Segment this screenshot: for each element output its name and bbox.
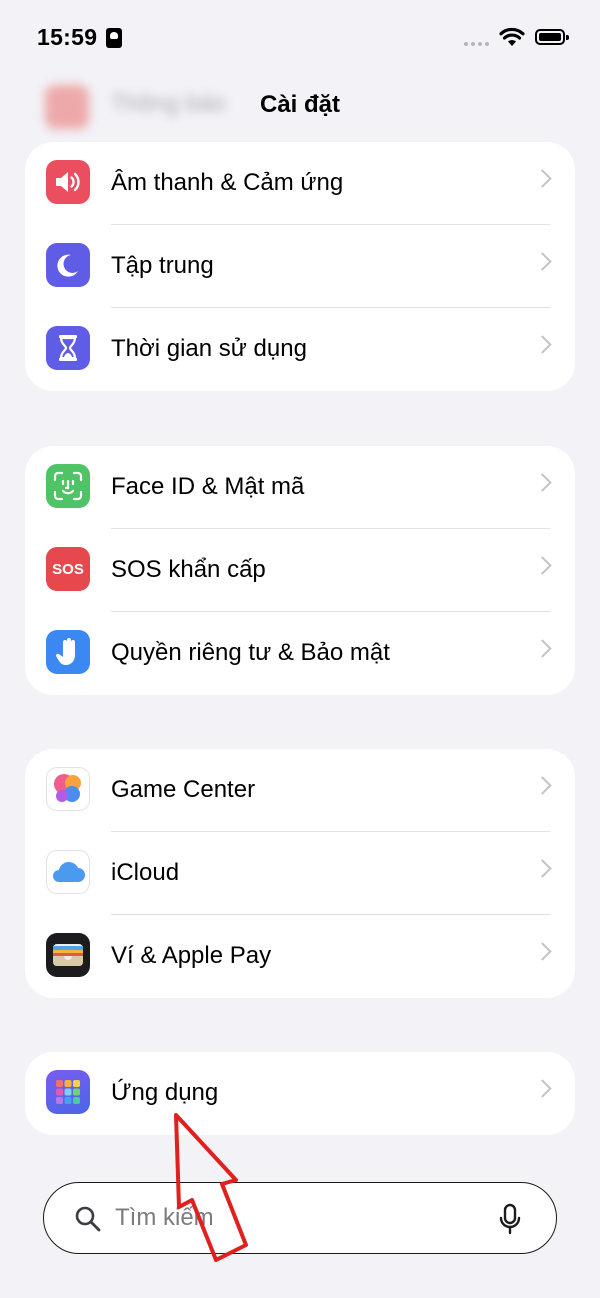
chevron-right-icon — [533, 335, 552, 354]
row-sounds-haptics[interactable]: Âm thanh & Cảm ứng — [25, 142, 575, 225]
search-icon — [75, 1206, 101, 1232]
wifi-icon — [499, 27, 525, 46]
game-center-icon — [46, 767, 90, 811]
chevron-right-icon — [533, 942, 552, 961]
focus-mode-icon — [106, 28, 122, 48]
row-apps[interactable]: Ứng dụng — [25, 1052, 575, 1135]
row-label: iCloud — [111, 859, 180, 886]
search-input[interactable] — [115, 1201, 475, 1235]
row-focus[interactable]: Tập trung — [25, 225, 575, 308]
row-wallet-apple-pay[interactable]: Ví & Apple Pay — [25, 915, 575, 998]
row-label: Game Center — [111, 776, 256, 803]
row-label: Tập trung — [111, 252, 214, 279]
chevron-right-icon — [533, 1079, 552, 1098]
row-icloud[interactable]: iCloud — [25, 832, 575, 915]
row-game-center[interactable]: Game Center — [25, 749, 575, 832]
row-label: Thời gian sử dụng — [111, 335, 307, 362]
row-label: Ví & Apple Pay — [111, 942, 272, 969]
row-privacy-security[interactable]: Quyền riêng tư & Bảo mật — [25, 612, 575, 695]
chevron-right-icon — [533, 169, 552, 188]
navigation-bar: Thông báo Cài đặt — [0, 70, 600, 142]
page-title: Cài đặt — [259, 91, 340, 118]
hand-icon — [46, 630, 90, 674]
row-screen-time[interactable]: Thời gian sử dụng — [25, 308, 575, 391]
row-label: Âm thanh & Cảm ứng — [111, 169, 344, 196]
face-id-icon — [46, 464, 90, 508]
chevron-right-icon — [533, 252, 552, 271]
row-face-id-passcode[interactable]: Face ID & Mật mã — [25, 446, 575, 529]
row-label: SOS khẩn cấp — [111, 556, 266, 583]
search-bar — [43, 1182, 557, 1254]
speaker-icon — [46, 160, 90, 204]
settings-group-3: Game Center iCloud Ví & Apple Pay — [25, 749, 575, 998]
row-label: Face ID & Mật mã — [111, 473, 305, 500]
chevron-right-icon — [533, 859, 552, 878]
annotation-arrow — [174, 1113, 248, 1262]
battery-icon — [535, 29, 569, 45]
row-emergency-sos[interactable]: SOS SOS khẩn cấp — [25, 529, 575, 612]
settings-group-4: Ứng dụng — [25, 1052, 575, 1135]
chevron-right-icon — [533, 639, 552, 658]
chevron-right-icon — [533, 473, 552, 492]
sos-icon: SOS — [46, 547, 90, 591]
row-label: Quyền riêng tư & Bảo mật — [111, 639, 390, 666]
chevron-right-icon — [533, 776, 552, 795]
status-bar: 15:59 — [0, 0, 600, 80]
cloud-icon — [46, 850, 90, 894]
status-time: 15:59 — [37, 24, 98, 50]
cellular-signal-icon — [464, 42, 492, 46]
microphone-icon[interactable] — [499, 1203, 521, 1235]
moon-icon — [46, 243, 90, 287]
settings-group-1: Âm thanh & Cảm ứng Tập trung Thời gian s… — [25, 142, 575, 391]
hourglass-icon — [46, 326, 90, 370]
chevron-right-icon — [533, 556, 552, 575]
settings-group-2: Face ID & Mật mã SOS SOS khẩn cấp Quyền … — [25, 446, 575, 695]
wallet-icon — [46, 933, 90, 977]
apps-grid-icon — [46, 1070, 90, 1114]
row-label: Ứng dụng — [111, 1079, 219, 1106]
